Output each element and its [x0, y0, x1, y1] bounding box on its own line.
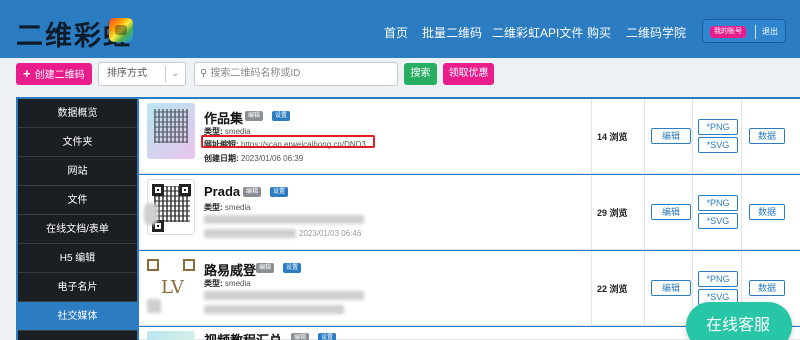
column-divider: [644, 251, 645, 326]
qr-finder-mark: [183, 259, 195, 271]
edit-tag[interactable]: 编辑: [291, 333, 310, 340]
edit-tag[interactable]: 编辑: [256, 263, 275, 273]
url-highlight-box: [201, 135, 375, 148]
column-divider: [644, 99, 645, 174]
chevron-down-icon: ⌄: [171, 68, 180, 79]
column-divider: [741, 99, 742, 174]
qr-type: 类型: smedia: [204, 202, 251, 213]
qr-created-value: 2023/01/03 06:46: [299, 229, 362, 238]
sidebar-item-website[interactable]: 网站: [18, 157, 137, 186]
sidebar-item-folders[interactable]: 文件夹: [18, 128, 137, 157]
stats-button[interactable]: 数据: [749, 128, 785, 144]
qr-finder-mark: [152, 184, 164, 196]
qr-type-value: smedia: [224, 203, 251, 212]
qr-type-label: 类型:: [204, 279, 223, 288]
qr-title[interactable]: 视频教程汇总: [204, 330, 282, 340]
view-count: 29 浏览: [597, 208, 628, 218]
search-placeholder: 搜索二维码名称或ID: [210, 68, 301, 79]
nav-home[interactable]: 首页: [384, 24, 408, 41]
qr-finder-mark: [147, 259, 159, 271]
column-divider: [591, 175, 592, 250]
sidebar-item-overview[interactable]: 数据概览: [18, 99, 137, 128]
qr-type-value: smedia: [224, 279, 251, 288]
stats-button[interactable]: 数据: [749, 280, 785, 296]
nav-api-docs[interactable]: 二维彩虹API文件: [492, 24, 583, 41]
create-qr-label: 创建二维码: [34, 70, 85, 81]
sort-placeholder: 排序方式: [107, 68, 147, 79]
blurred-url: [204, 215, 364, 224]
search-input[interactable]: ⚲ 搜索二维码名称或ID: [194, 62, 398, 86]
qr-row: 作品集 编辑 设置 类型: smedia 网址缩短: https://scan.…: [139, 99, 800, 174]
column-divider: [644, 175, 645, 250]
column-divider: [692, 175, 693, 250]
qr-title[interactable]: 作品集: [204, 108, 243, 127]
sidebar: 数据概览 文件夹 网站 文件 在线文档/表单 H5 编辑 电子名片 社交媒体: [18, 99, 137, 340]
stats-button[interactable]: 数据: [749, 204, 785, 220]
sidebar-item-files[interactable]: 文件: [18, 186, 137, 215]
nav-academy[interactable]: 二维码学院: [626, 24, 686, 41]
search-icon: ⚲: [200, 68, 208, 79]
top-header: 二维彩虹 首页 批量二维码 二维彩虹API文件 购买 二维码学院 我的账号 退出: [0, 0, 800, 58]
qr-thumbnail[interactable]: [147, 331, 195, 340]
sidebar-item-social-media[interactable]: 社交媒体: [18, 302, 137, 331]
settings-tag[interactable]: 设置: [283, 263, 302, 273]
blurred-created: [204, 305, 344, 314]
edit-button[interactable]: 编辑: [651, 280, 691, 296]
edit-tag[interactable]: 编辑: [245, 111, 264, 121]
lv-logo-icon: LV: [161, 277, 184, 298]
blurred-region: [147, 299, 161, 313]
settings-tag[interactable]: 设置: [318, 333, 337, 340]
qr-code-icon: [154, 109, 188, 143]
qr-row: Prada 编辑 设置 类型: smedia 2023/01/03 06:46 …: [139, 175, 800, 250]
column-divider: [591, 99, 592, 174]
blurred-region: [144, 203, 158, 225]
png-download-button[interactable]: *PNG: [698, 119, 738, 135]
account-box: 我的账号 退出: [702, 19, 786, 43]
search-button[interactable]: 搜索: [404, 63, 437, 85]
logout-link[interactable]: 退出: [762, 26, 778, 38]
nav-buy[interactable]: 购买: [587, 24, 611, 41]
qr-thumbnail[interactable]: [147, 103, 195, 159]
settings-tag[interactable]: 设置: [270, 187, 289, 197]
create-qr-button[interactable]: + 创建二维码: [16, 63, 92, 85]
column-divider: [741, 175, 742, 250]
qr-type: 类型: smedia: [204, 278, 251, 289]
qr-title[interactable]: 路易威登: [204, 260, 256, 279]
qr-created-value: 2023/01/06 06:39: [240, 154, 304, 163]
online-service-button[interactable]: 在线客服: [686, 302, 792, 340]
view-count: 14 浏览: [597, 132, 628, 142]
blurred-url: [204, 291, 364, 300]
column-divider: [692, 99, 693, 174]
blurred-created: [204, 229, 296, 238]
edit-button[interactable]: 编辑: [651, 128, 691, 144]
svg-download-button[interactable]: *SVG: [698, 213, 738, 229]
qr-created: 创建日期: 2023/01/06 06:39: [204, 153, 303, 164]
qr-created-label: 创建日期:: [204, 154, 239, 163]
sidebar-item-h5-editor[interactable]: H5 编辑: [18, 244, 137, 273]
plus-icon: +: [23, 66, 31, 81]
qr-thumbnail[interactable]: LV: [147, 255, 195, 313]
qr-finder-mark: [179, 184, 191, 196]
brand-logo-icon[interactable]: [109, 18, 133, 42]
png-download-button[interactable]: *PNG: [698, 271, 738, 287]
png-download-button[interactable]: *PNG: [698, 195, 738, 211]
qr-title[interactable]: Prada: [204, 184, 240, 199]
sidebar-item-docs-forms[interactable]: 在线文档/表单: [18, 215, 137, 244]
nav-batch-qr[interactable]: 批量二维码: [422, 24, 482, 41]
settings-tag[interactable]: 设置: [272, 111, 291, 121]
sort-select[interactable]: 排序方式 ⌄: [98, 62, 186, 86]
my-account-button[interactable]: 我的账号: [710, 26, 746, 38]
view-count: 22 浏览: [597, 284, 628, 294]
coupon-button[interactable]: 领取优惠: [443, 63, 494, 85]
edit-tag[interactable]: 编辑: [243, 187, 262, 197]
qr-type-label: 类型:: [204, 203, 223, 212]
sidebar-item-business-card[interactable]: 电子名片: [18, 273, 137, 302]
sort-divider: [165, 66, 166, 82]
edit-button[interactable]: 编辑: [651, 204, 691, 220]
account-divider: [755, 25, 756, 39]
column-divider: [591, 251, 592, 326]
svg-download-button[interactable]: *SVG: [698, 137, 738, 153]
